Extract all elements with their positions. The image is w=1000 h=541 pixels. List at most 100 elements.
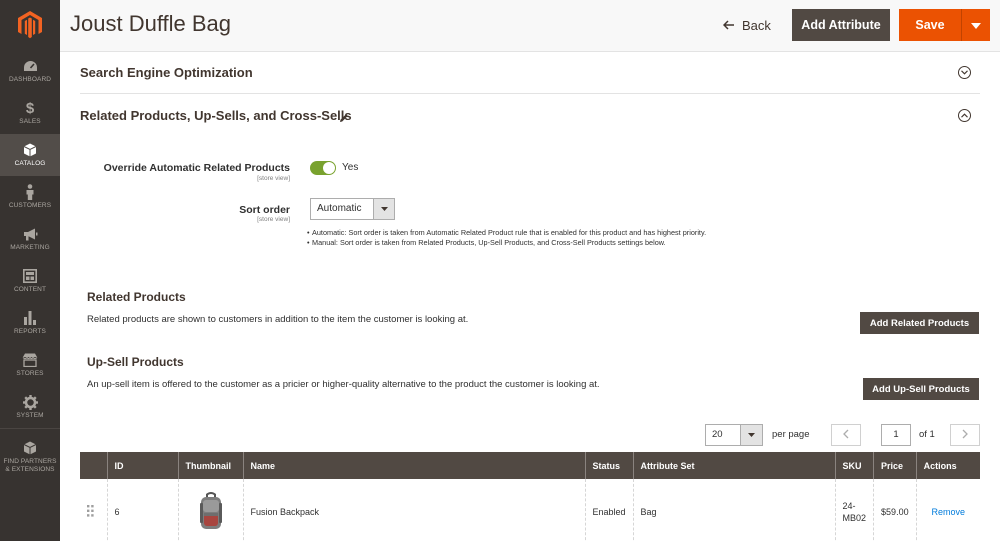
nav-dashboard[interactable]: DASHBOARD [0,50,60,92]
col-id[interactable]: ID [106,452,178,479]
upsell-products-description: An up-sell item is offered to the custom… [87,379,600,390]
nav-label: STORES [16,370,44,377]
magento-logo[interactable] [0,0,60,50]
cell-actions: Remove [915,479,980,541]
admin-sidebar: DASHBOARD $ SALES CATALOG CUSTOMERS MARK… [0,0,60,541]
person-icon [22,184,38,200]
per-page-label: per page [772,429,810,440]
nav-label: MARKETING [10,244,50,251]
sort-order-select[interactable]: Automatic [310,198,395,220]
col-price[interactable]: Price [873,452,917,479]
add-attribute-button[interactable]: Add Attribute [792,9,890,41]
related-section-header[interactable]: Related Products, Up-Sells, and Cross-Se… [80,94,980,138]
nav-customers[interactable]: CUSTOMERS [0,176,60,218]
chevron-right-icon [962,426,968,444]
override-value: Yes [342,162,359,173]
toggle-knob [323,162,335,174]
bar-chart-icon [22,310,38,326]
cell-attribute-set: Bag [632,479,836,541]
sort-order-label: Sort order [239,204,290,216]
main-content: Search Engine Optimization Related Produ… [60,52,1000,541]
per-page-select[interactable]: 20 [705,424,763,446]
back-button[interactable]: Back [722,9,771,41]
chevron-down-icon[interactable] [958,66,971,79]
upsell-products-grid: ID Thumbnail Name Status Attribute Set S… [80,452,980,541]
chevron-up-icon[interactable] [958,109,971,122]
content-icon [22,268,38,284]
upsell-products-title: Up-Sell Products [87,355,184,369]
nav-catalog[interactable]: CATALOG [0,134,60,176]
cell-thumbnail [177,479,243,541]
seo-section-title: Search Engine Optimization [80,65,253,80]
store-icon [22,352,38,368]
sort-order-scope: [store view] [257,216,290,223]
nav-marketing[interactable]: MARKETING [0,218,60,260]
col-name[interactable]: Name [242,452,585,479]
seo-section-header[interactable]: Search Engine Optimization [80,52,980,94]
gear-icon [22,394,38,410]
total-pages-label: of 1 [919,429,935,440]
page-header: Joust Duffle Bag Back Add Attribute Save [60,0,1000,52]
table-row: 6 Fusion Backpack Enabled Bag 24-MB02 $5… [80,479,980,541]
dollar-icon: $ [25,99,35,117]
col-status[interactable]: Status [584,452,634,479]
pencil-icon[interactable] [339,110,349,128]
cell-sku: 24-MB02 [834,479,874,541]
col-sku[interactable]: SKU [834,452,874,479]
col-attribute-set[interactable]: Attribute Set [632,452,836,479]
drag-handle-icon [87,505,94,519]
cell-id: 6 [106,479,178,541]
nav-label: REPORTS [13,328,46,335]
arrow-left-icon [722,18,735,33]
previous-page-button[interactable] [831,424,861,446]
add-related-products-button[interactable]: Add Related Products [860,312,979,334]
related-section-title: Related Products, Up-Sells, and Cross-Se… [80,108,352,123]
cell-price: $59.00 [873,479,917,541]
related-products-description: Related products are shown to customers … [87,314,469,325]
sort-note-automatic: Automatic: Sort order is taken from Auto… [307,228,757,238]
nav-label: CONTENT [13,286,47,293]
nav-sales[interactable]: $ SALES [0,92,60,134]
nav-find-partners[interactable]: FIND PARTNERS & EXTENSIONS [0,428,60,484]
sort-order-value: Automatic [317,203,362,214]
caret-down-icon [373,199,394,219]
nav-label: SALES [19,118,41,125]
caret-down-icon [740,425,762,445]
col-drag [80,452,107,479]
cube-icon [22,142,38,158]
col-actions: Actions [915,452,980,479]
dashboard-icon [22,58,38,74]
nav-label: CUSTOMERS [8,202,52,209]
nav-label: SYSTEM [16,412,44,419]
remove-link[interactable]: Remove [932,507,966,517]
col-thumbnail: Thumbnail [177,452,243,479]
megaphone-icon [22,226,38,242]
nav-label: FIND PARTNERS & EXTENSIONS [3,457,57,473]
chevron-left-icon [843,426,849,444]
nav-content[interactable]: CONTENT [0,260,60,302]
override-toggle[interactable] [310,161,336,175]
override-scope: [store view] [257,175,290,182]
current-page-input[interactable]: 1 [881,424,911,446]
save-button[interactable]: Save [899,9,962,41]
nav-label: DASHBOARD [8,76,52,83]
grid-header-row: ID Thumbnail Name Status Attribute Set S… [80,452,980,479]
drag-handle[interactable] [80,479,107,541]
next-page-button[interactable] [950,424,980,446]
related-products-title: Related Products [87,290,186,304]
nav-stores[interactable]: STORES [0,344,60,386]
sort-order-notes: Automatic: Sort order is taken from Auto… [307,228,757,248]
backpack-thumbnail [197,492,225,533]
caret-down-icon [971,16,981,34]
nav-reports[interactable]: REPORTS [0,302,60,344]
add-upsell-products-button[interactable]: Add Up-Sell Products [863,378,979,400]
save-options-toggle[interactable] [962,9,990,41]
override-label: Override Automatic Related Products [103,162,290,174]
cell-name: Fusion Backpack [242,479,585,541]
cell-status: Enabled [584,479,634,541]
nav-system[interactable]: SYSTEM [0,386,60,428]
sort-note-manual: Manual: Sort order is taken from Related… [307,238,757,248]
page-title: Joust Duffle Bag [70,11,232,36]
per-page-value: 20 [712,429,723,440]
nav-label: CATALOG [14,160,46,167]
